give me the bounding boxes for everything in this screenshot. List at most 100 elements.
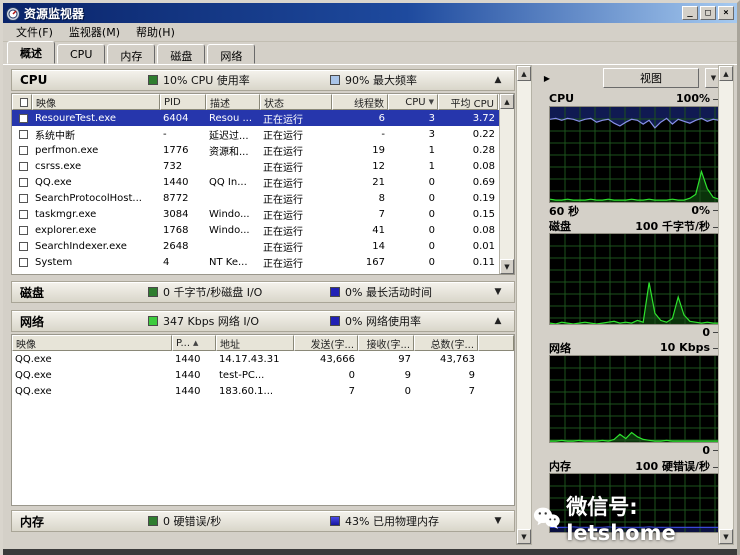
table-row[interactable]: taskmgr.exe 3084 Windo... 正在运行 7 0 0.15 (12, 206, 514, 222)
network-graph-scale: 10 Kbps (660, 341, 710, 354)
table-row[interactable]: SearchProtocolHost... 8772 正在运行 8 0 0.19 (12, 190, 514, 206)
disk-graph-block: 磁盘 100 千字节/秒 0 (533, 218, 724, 340)
memory-graph-title: 内存 (549, 459, 571, 473)
menu-help[interactable]: 帮助(H) (129, 22, 182, 42)
row-checkbox[interactable] (19, 145, 28, 155)
close-button[interactable]: × (718, 6, 734, 20)
left-panel-scrollbar[interactable]: ▲ ▼ (516, 65, 532, 545)
network-collapse-icon[interactable]: ▲ (490, 316, 506, 326)
memory-collapse-icon[interactable]: ▼ (490, 516, 506, 526)
table-cell: 0.19 (472, 192, 495, 204)
table-row[interactable]: SearchIndexer.exe 2648 正在运行 14 0 0.01 (12, 238, 514, 254)
tab-overview[interactable]: 概述 (7, 41, 55, 64)
table-cell: 732 (163, 160, 183, 172)
memory-section-header[interactable]: 内存 0 硬错误/秒 43% 已用物理内存 ▼ (11, 510, 515, 532)
column-header[interactable]: 映像 (32, 94, 160, 110)
scroll-down-icon[interactable]: ▼ (517, 529, 531, 544)
column-header[interactable]: 映像 (12, 335, 172, 351)
scroll-down-icon[interactable]: ▼ (500, 259, 514, 274)
column-header[interactable]: 总数(字... (414, 335, 478, 351)
table-row[interactable]: QQ.exe 1440 183.60.1... 7 0 7 (12, 383, 514, 399)
table-cell: taskmgr.exe (35, 208, 97, 220)
column-header[interactable]: P... ▲ (172, 335, 216, 351)
menu-monitor[interactable]: 监视器(M) (62, 22, 127, 42)
disk-io-legend: 0 千字节/秒磁盘 I/O (163, 286, 263, 299)
row-checkbox[interactable] (19, 241, 28, 251)
row-checkbox[interactable] (19, 177, 28, 187)
column-header[interactable]: 平均 CPU (438, 94, 498, 110)
table-row[interactable]: System 4 NT Ke... 正在运行 167 0 0.11 (12, 254, 514, 270)
scroll-up-icon[interactable]: ▲ (517, 66, 531, 81)
table-row[interactable]: 系统中断 - 延迟过... 正在运行 - 3 0.22 (12, 126, 514, 142)
select-all-checkbox[interactable] (20, 97, 28, 107)
cpu-table-scrollbar[interactable]: ▲ ▼ (499, 94, 514, 274)
row-checkbox[interactable] (19, 193, 28, 203)
table-cell: 6404 (163, 112, 189, 124)
table-row[interactable]: QQ.exe 1440 test-PC... 0 9 9 (12, 367, 514, 383)
cpu-graph-title: CPU (549, 92, 575, 105)
table-cell: 1440 (163, 176, 189, 188)
table-cell: QQ.exe (15, 369, 52, 381)
table-cell: 0.69 (472, 176, 495, 188)
menu-file[interactable]: 文件(F) (9, 22, 60, 42)
tab-memory[interactable]: 内存 (107, 44, 156, 64)
table-cell: 9 (468, 369, 475, 381)
app-icon (6, 6, 20, 21)
row-checkbox[interactable] (19, 113, 28, 123)
left-panel: CPU 10% CPU 使用率 90% 最大频率 ▲ 映像 PID 描述 状态 线程数 C… (11, 69, 515, 545)
scroll-up-icon[interactable]: ▲ (500, 94, 514, 109)
column-header[interactable]: 地址 (216, 335, 294, 351)
row-checkbox[interactable] (19, 129, 28, 139)
column-header[interactable]: CPU ▼ (388, 94, 438, 110)
column-header[interactable]: 线程数 (332, 94, 388, 110)
column-header[interactable]: 状态 (260, 94, 332, 110)
tab-disk[interactable]: 磁盘 (157, 44, 206, 64)
resource-monitor-window: 资源监视器 _ □ × 文件(F) 监视器(M) 帮助(H) 概述 CPU 内存… (0, 0, 740, 555)
maximize-button[interactable]: □ (700, 6, 716, 20)
scroll-down-icon[interactable]: ▼ (719, 529, 733, 544)
expand-panel-icon[interactable]: ▶ (539, 70, 555, 86)
table-row[interactable]: perfmon.exe 1776 资源和... 正在运行 19 1 0.28 (12, 142, 514, 158)
network-table-header: 映像 P... ▲ 地址 发送(字... 接收(字... 总数(字... (12, 335, 514, 351)
table-cell: - (163, 128, 167, 140)
column-header[interactable]: 描述 (206, 94, 260, 110)
table-row[interactable]: explorer.exe 1768 Windo... 正在运行 41 0 0.08 (12, 222, 514, 238)
column-header[interactable]: PID (160, 94, 206, 110)
table-cell: - (381, 128, 385, 140)
table-cell: 0 (428, 224, 435, 236)
cpu-collapse-icon[interactable]: ▲ (490, 75, 506, 85)
table-cell: 183.60.1... (219, 385, 274, 397)
table-cell: 系统中断 (35, 130, 75, 142)
minimize-button[interactable]: _ (682, 6, 698, 20)
select-all-header[interactable] (12, 94, 32, 110)
memory-faults-swatch (148, 516, 158, 526)
table-cell: 9 (404, 369, 411, 381)
right-graphs-panel: ▶ 视图 ▼ CPU 100% 60 秒 0% 磁盘 100 千字节/秒 0 网… (533, 65, 724, 545)
right-panel-scrollbar[interactable]: ▲ ▼ (718, 65, 734, 545)
tab-cpu[interactable]: CPU (57, 44, 106, 64)
table-cell: 8 (378, 192, 385, 204)
table-row[interactable]: QQ.exe 1440 QQ In... 正在运行 21 0 0.69 (12, 174, 514, 190)
network-section-header[interactable]: 网络 347 Kbps 网络 I/O 0% 网络使用率 ▲ (11, 310, 515, 332)
table-cell: csrss.exe (35, 160, 82, 172)
table-row[interactable]: QQ.exe 1440 14.17.43.31 43,666 97 43,763 (12, 351, 514, 367)
row-checkbox[interactable] (19, 257, 28, 267)
tab-network[interactable]: 网络 (207, 44, 256, 64)
table-row[interactable]: csrss.exe 732 正在运行 12 1 0.08 (12, 158, 514, 174)
table-cell: QQ.exe (35, 176, 72, 188)
disk-section-header[interactable]: 磁盘 0 千字节/秒磁盘 I/O 0% 最长活动时间 ▼ (11, 281, 515, 303)
table-cell: perfmon.exe (35, 144, 99, 156)
column-header[interactable]: 发送(字... (294, 335, 358, 351)
row-checkbox[interactable] (19, 161, 28, 171)
scroll-up-icon[interactable]: ▲ (719, 66, 733, 81)
table-row[interactable]: ResoureTest.exe 6404 Resou ... 正在运行 6 3 3.72 (12, 110, 514, 126)
views-button[interactable]: 视图 (603, 68, 699, 88)
column-header[interactable]: 接收(字... (358, 335, 414, 351)
cpu-section-header[interactable]: CPU 10% CPU 使用率 90% 最大频率 ▲ (11, 69, 515, 91)
table-cell: 19 (372, 144, 385, 156)
row-checkbox[interactable] (19, 225, 28, 235)
cpu-section-title: CPU (20, 73, 48, 87)
row-checkbox[interactable] (19, 209, 28, 219)
table-cell: 0 (428, 208, 435, 220)
disk-collapse-icon[interactable]: ▼ (490, 287, 506, 297)
